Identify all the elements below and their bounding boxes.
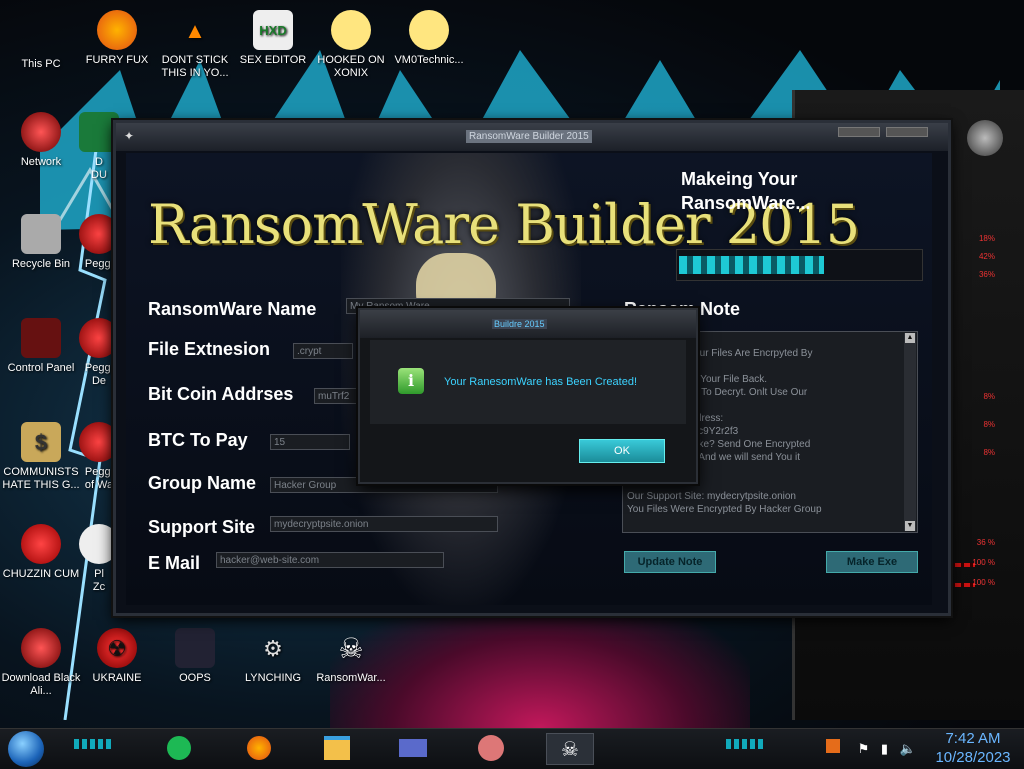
note-scrollbar[interactable]: ▲ ▼: [904, 333, 916, 531]
ok-button[interactable]: OK: [579, 439, 665, 463]
clock-date: 10/28/2023: [935, 749, 1011, 766]
taskbar-ransomware-icon[interactable]: ☠: [546, 733, 594, 765]
hud-meter-value: 42%: [978, 252, 995, 261]
alien-icon: [21, 628, 61, 668]
clock[interactable]: 7:42 AM 10/28/2023: [926, 729, 1020, 767]
desktop-icon-label: LYNCHING: [244, 672, 302, 684]
ransomware-name-label: RansomWare Name: [148, 299, 317, 319]
hud-meter-value: 8%: [983, 420, 995, 429]
info-icon: i: [398, 368, 424, 394]
support-site-label: Support Site: [148, 517, 255, 537]
taskbar-game-icon[interactable]: [468, 733, 514, 763]
created-dialog: Buildre 2015 i Your RanesomWare has Been…: [358, 308, 698, 484]
wallpaper-figure: [330, 600, 750, 728]
desktop-icon-vm0[interactable]: VM0Technic...: [388, 10, 470, 67]
hxd-icon: HXD: [253, 10, 293, 50]
firefox-icon: [97, 10, 137, 50]
start-button[interactable]: [8, 731, 44, 767]
desktop-icon-label: OOPS: [179, 672, 211, 684]
alien-logo-icon: [967, 120, 1003, 156]
taskbar: ☠ ⚑ ▮ 🔈 7:42 AM 10/28/2023: [0, 728, 1024, 769]
app-icon: [175, 628, 215, 668]
taskbar-decoration: [726, 739, 766, 749]
taskbar-app-icon[interactable]: [390, 733, 436, 763]
hud-meter-value: 8%: [983, 392, 995, 401]
group-name-label: Group Name: [148, 473, 257, 493]
dialog-titlebar[interactable]: Buildre 2015: [360, 310, 696, 338]
desktop-icon-lynching[interactable]: ⚙ LYNCHING: [232, 628, 314, 685]
desktop-icon-oops[interactable]: OOPS: [154, 628, 236, 685]
desktop-icon-label: This PC: [21, 58, 61, 70]
file-extension-input[interactable]: .crypt: [293, 343, 353, 359]
dialog-body: i Your RanesomWare has Been Created!: [370, 340, 686, 424]
make-exe-button[interactable]: Make Exe: [826, 551, 918, 573]
btc-to-pay-label: BTC To Pay: [148, 430, 248, 450]
taskbar-firefox-icon[interactable]: [236, 733, 282, 763]
desktop-icon-vlc[interactable]: ▲ DONT STICK THIS IN YO...: [154, 10, 236, 80]
taskbar-spotify-icon[interactable]: [156, 733, 202, 763]
btc-to-pay-input[interactable]: 15: [270, 434, 350, 450]
bitcoin-address-input[interactable]: muTrf2: [314, 388, 358, 404]
support-site-input[interactable]: mydecryptpsite.onion: [270, 516, 498, 532]
hud-meter-value: 8%: [983, 448, 995, 457]
desktop-icon-hxd[interactable]: HXD SEX EDITOR: [232, 10, 314, 67]
close-button[interactable]: [886, 127, 928, 137]
skull-icon: ☠: [338, 632, 364, 664]
gear-icon: ⚙: [263, 635, 283, 661]
desktop-icon-label: VM0Technic...: [394, 54, 464, 66]
taskbar-file-explorer-icon[interactable]: [314, 733, 360, 763]
desktop-icon-download[interactable]: Download Black Ali...: [0, 628, 82, 698]
network-tray-icon[interactable]: ▮: [881, 741, 888, 756]
cartoon-face-icon: [331, 10, 371, 50]
hud-meter-value: 100 %: [972, 578, 995, 587]
desktop-icon-label: SEX EDITOR: [239, 54, 307, 66]
bitcoin-address-label: Bit Coin Addrses: [148, 384, 294, 404]
making-status-text: Makeing Your RansomWare...: [681, 169, 811, 213]
desktop-icon-firefox[interactable]: FURRY FUX: [76, 10, 158, 67]
window-title: RansomWare Builder 2015: [466, 130, 592, 143]
email-label: E Mail: [148, 553, 201, 573]
tray-app-icon[interactable]: [826, 739, 840, 753]
window-titlebar[interactable]: ✦ RansomWare Builder 2015: [116, 123, 948, 151]
hud-meter-value: 36%: [978, 270, 995, 279]
desktop-icon-label: DONT STICK THIS IN YO...: [161, 54, 229, 79]
hud-meter-value: 100 %: [972, 558, 995, 567]
desktop-icon-xonix[interactable]: HOOKED ON XONIX: [310, 10, 392, 80]
control-panel-icon: [21, 318, 61, 358]
network-icon: [21, 112, 61, 152]
flag-icon[interactable]: ⚑: [858, 741, 870, 756]
update-note-button[interactable]: Update Note: [624, 551, 716, 573]
desktop-icon-this-pc[interactable]: This PC: [0, 0, 82, 71]
progress-fill: [679, 256, 824, 274]
file-extension-label: File Extnesion: [148, 339, 271, 359]
build-progress-bar: [676, 249, 923, 281]
desktop-icon-label: UKRAINE: [92, 672, 142, 684]
radiation-icon: ☢: [97, 628, 137, 668]
hud-meter-value: 18%: [978, 234, 995, 243]
desktop-icon-label: RansomWar...: [316, 672, 386, 684]
clock-time: 7:42 AM: [945, 730, 1001, 747]
system-tray: ⚑ ▮ 🔈: [826, 739, 916, 757]
volume-icon[interactable]: 🔈: [900, 741, 916, 756]
desktop-icon-label: Download Black Ali...: [1, 672, 81, 697]
vlc-cone-icon: ▲: [184, 17, 206, 43]
money-bag-icon: $: [21, 422, 61, 462]
desktop-icon-ukraine[interactable]: ☢ UKRAINE: [76, 628, 158, 685]
app-icon: ✦: [124, 129, 135, 143]
email-input[interactable]: hacker@web-site.com: [216, 552, 444, 568]
scroll-down-icon[interactable]: ▼: [905, 521, 915, 531]
taskbar-decoration: [74, 739, 114, 749]
dialog-message: Your RanesomWare has Been Created!: [444, 376, 638, 388]
chuzzle-icon: [21, 524, 61, 564]
cartoon-face-icon: [409, 10, 449, 50]
scroll-up-icon[interactable]: ▲: [905, 333, 915, 343]
desktop-icon-ransomware[interactable]: ☠ RansomWar...: [310, 628, 392, 685]
desktop-icon-label: HOOKED ON XONIX: [317, 54, 385, 79]
dialog-title: Buildre 2015: [492, 319, 547, 329]
minimize-button[interactable]: [838, 127, 880, 137]
recycle-bin-icon: [21, 214, 61, 254]
hud-meter-value: 36 %: [976, 538, 995, 547]
desktop-icon-label: FURRY FUX: [85, 54, 149, 66]
